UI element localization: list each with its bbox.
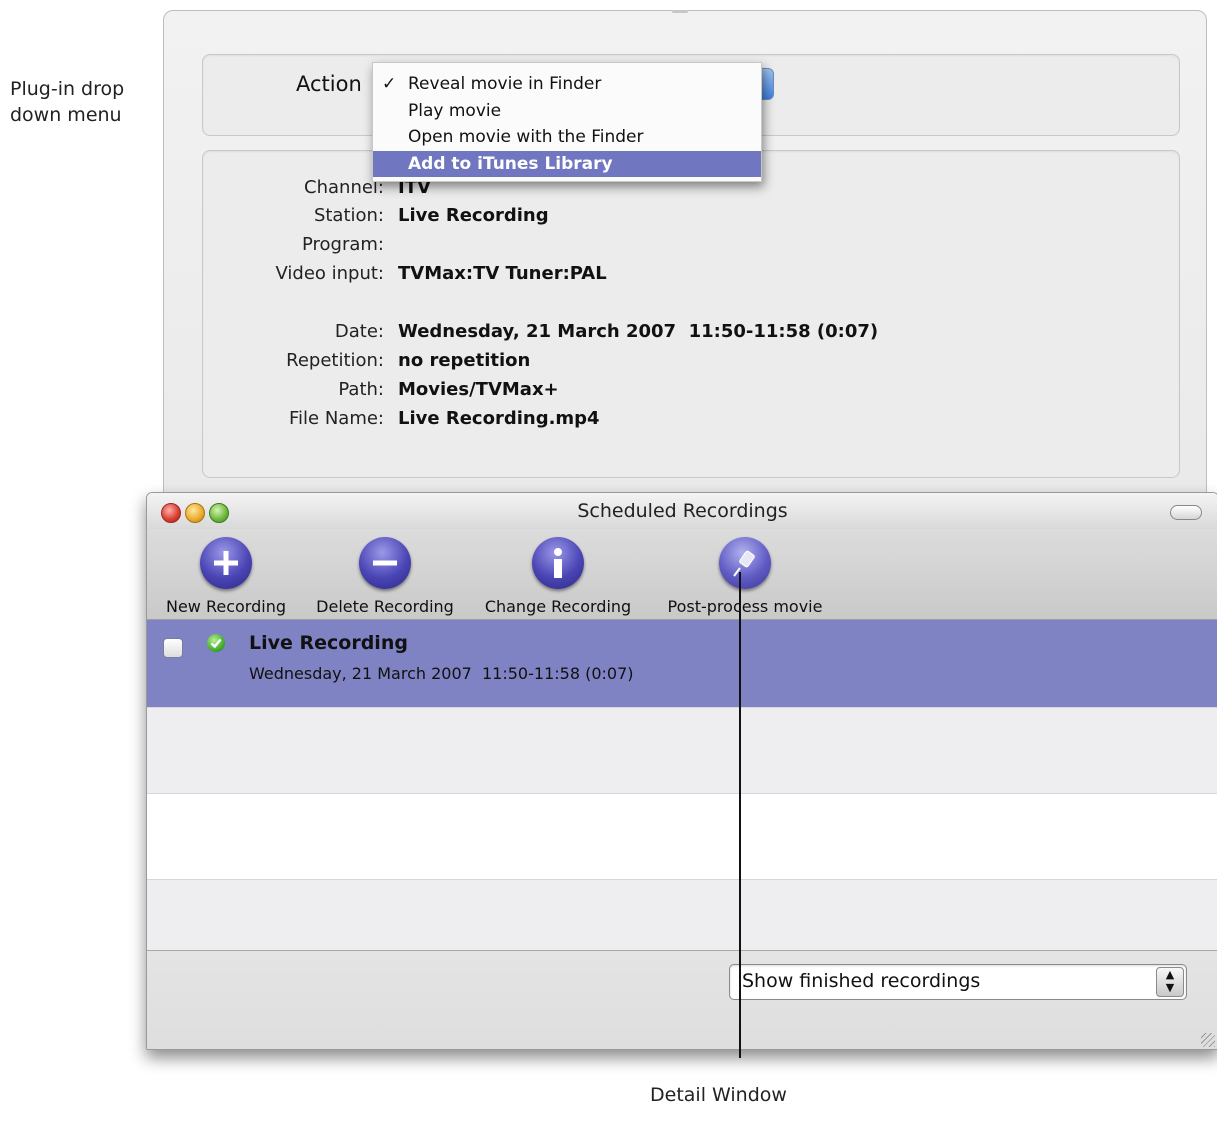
checkmark-status-icon <box>207 634 225 652</box>
program-label: Program: <box>301 234 384 255</box>
new-recording-label: New Recording <box>165 597 286 616</box>
menu-item-add-to-itunes[interactable]: Add to iTunes Library <box>373 151 761 177</box>
menu-item-label: Add to iTunes Library <box>408 154 613 174</box>
list-item[interactable] <box>147 707 1217 794</box>
window-title: Scheduled Recordings <box>577 500 788 522</box>
recording-date: Wednesday, 21 March 2007 11:50-11:58 (0:… <box>249 664 634 683</box>
recordings-list: Live Recording Wednesday, 21 March 2007 … <box>147 620 1217 951</box>
repetition-label: Repetition: <box>286 350 384 371</box>
annotation-plugin-menu-line2: down menu <box>10 104 122 126</box>
chevron-up-down-icon[interactable]: ▲ ▼ <box>1156 967 1184 997</box>
checkmark-icon: ✓ <box>382 74 397 94</box>
menu-item-reveal-in-finder[interactable]: ✓ Reveal movie in Finder <box>373 71 761 97</box>
title-bar[interactable]: Scheduled Recordings <box>147 493 1217 529</box>
annotation-plugin-menu: Plug-in drop down menu <box>10 76 124 128</box>
path-label: Path: <box>338 379 384 400</box>
annotation-detail-window: Detail Window <box>650 1084 787 1106</box>
toolbar-toggle-button[interactable] <box>1170 505 1202 520</box>
minus-icon <box>359 537 411 589</box>
menu-item-label: Play movie <box>408 101 502 121</box>
video-input-value: TVMax:TV Tuner:PAL <box>398 263 607 284</box>
delete-recording-button[interactable]: Delete Recording <box>307 537 463 616</box>
window-footer: Show finished recordings ▲ ▼ <box>147 950 1217 1049</box>
recording-filter-value: Show finished recordings <box>742 970 981 992</box>
list-item[interactable] <box>147 793 1217 880</box>
menu-item-open-with-finder[interactable]: Open movie with the Finder <box>373 124 761 150</box>
scheduled-recordings-window: Scheduled Recordings New Recording Delet… <box>146 492 1217 1050</box>
post-process-movie-button[interactable]: Post-process movie <box>653 537 837 616</box>
annotation-plugin-menu-line1: Plug-in drop <box>10 78 125 100</box>
date-value: Wednesday, 21 March 2007 11:50-11:58 (0:… <box>398 321 879 342</box>
callout-line-detail-window <box>739 572 741 1058</box>
delete-recording-label: Delete Recording <box>316 597 454 616</box>
toolbar: New Recording Delete Recording Change Re… <box>147 529 1217 620</box>
path-value: Movies/TVMax+ <box>398 379 559 400</box>
action-dropdown-menu: ✓ Reveal movie in Finder Play movie Open… <box>372 62 762 182</box>
file-name-label: File Name: <box>288 408 384 429</box>
date-label: Date: <box>334 321 384 342</box>
recording-title: Live Recording <box>249 632 408 654</box>
window-grip <box>672 10 688 13</box>
action-label: Action <box>296 72 362 96</box>
station-label: Station: <box>313 205 384 226</box>
new-recording-button[interactable]: New Recording <box>159 537 293 616</box>
resize-handle[interactable] <box>1201 1033 1215 1047</box>
recording-filter-select[interactable]: Show finished recordings ▲ ▼ <box>729 964 1187 1000</box>
recording-enabled-checkbox[interactable] <box>163 638 183 658</box>
list-item-live-recording[interactable]: Live Recording Wednesday, 21 March 2007 … <box>147 620 1217 707</box>
menu-item-play-movie[interactable]: Play movie <box>373 98 761 124</box>
station-value: Live Recording <box>398 205 549 226</box>
menu-item-label: Open movie with the Finder <box>408 127 644 147</box>
video-input-label: Video input: <box>275 263 384 284</box>
change-recording-label: Change Recording <box>484 597 632 616</box>
channel-label: Channel: <box>304 177 384 198</box>
info-icon <box>532 537 584 589</box>
menu-item-label: Reveal movie in Finder <box>408 74 602 94</box>
post-process-movie-label: Post-process movie <box>667 597 823 616</box>
change-recording-button[interactable]: Change Recording <box>477 537 639 616</box>
plus-icon <box>200 537 252 589</box>
file-name-value: Live Recording.mp4 <box>398 408 600 429</box>
list-item[interactable] <box>147 879 1217 951</box>
repetition-value: no repetition <box>398 350 531 371</box>
plug-icon <box>719 537 771 589</box>
